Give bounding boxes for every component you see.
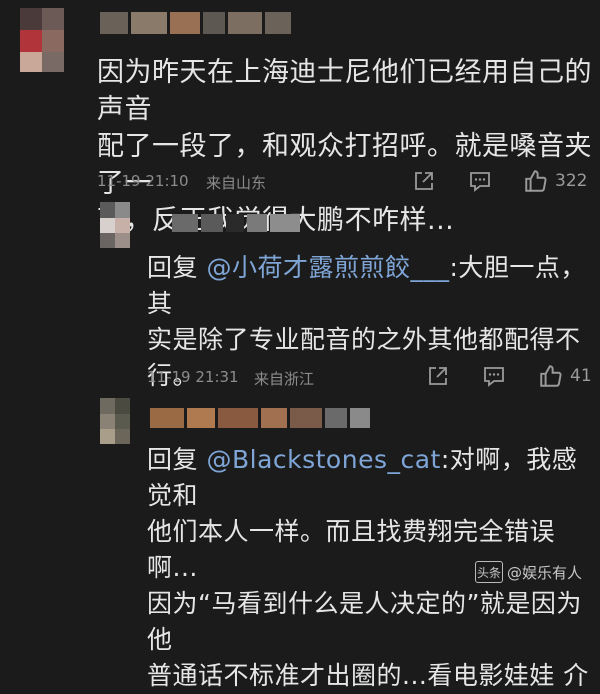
mention-link[interactable]: @Blackstones_cat [206,445,440,474]
comment-time: 11-19 21:10 [97,172,189,190]
comment-location: 来自浙江 [254,370,315,388]
like-icon [540,365,562,387]
avatar[interactable] [20,8,64,72]
share-button[interactable] [412,169,436,193]
username-blurred[interactable] [150,408,390,428]
like-button[interactable]: 322 [523,168,587,194]
comment-time: 11-19 21:31 [147,368,239,386]
username-blurred[interactable] [172,214,332,232]
like-icon [525,170,547,192]
watermark-text: @娱乐有人 [506,563,582,582]
avatar[interactable] [100,202,130,248]
share-icon [429,367,447,385]
brand-logo: 头条 [474,561,503,583]
reply-prefix: 回复 [147,253,199,282]
reply-prefix: 回复 [147,445,199,474]
comment-location: 来自山东 [206,174,267,192]
comment-body: 因为昨天在上海迪士尼他们已经用自己的声音 配了一段了，和观众打招呼。就是嗓音夹了… [97,57,592,236]
share-button[interactable] [426,364,450,388]
avatar[interactable] [100,398,130,444]
comment-button[interactable] [482,364,506,388]
like-button[interactable]: 41 [538,363,592,389]
like-count: 41 [570,366,592,386]
share-icon [415,172,433,190]
comment-button[interactable] [468,169,492,193]
watermark: 头条 @娱乐有人 [474,561,582,583]
mention-link[interactable]: @小荷才露煎煎餃___ [206,253,449,282]
comment-icon [484,367,504,387]
username-blurred[interactable] [100,12,320,34]
comment-icon [470,172,490,192]
like-count: 322 [555,171,588,191]
